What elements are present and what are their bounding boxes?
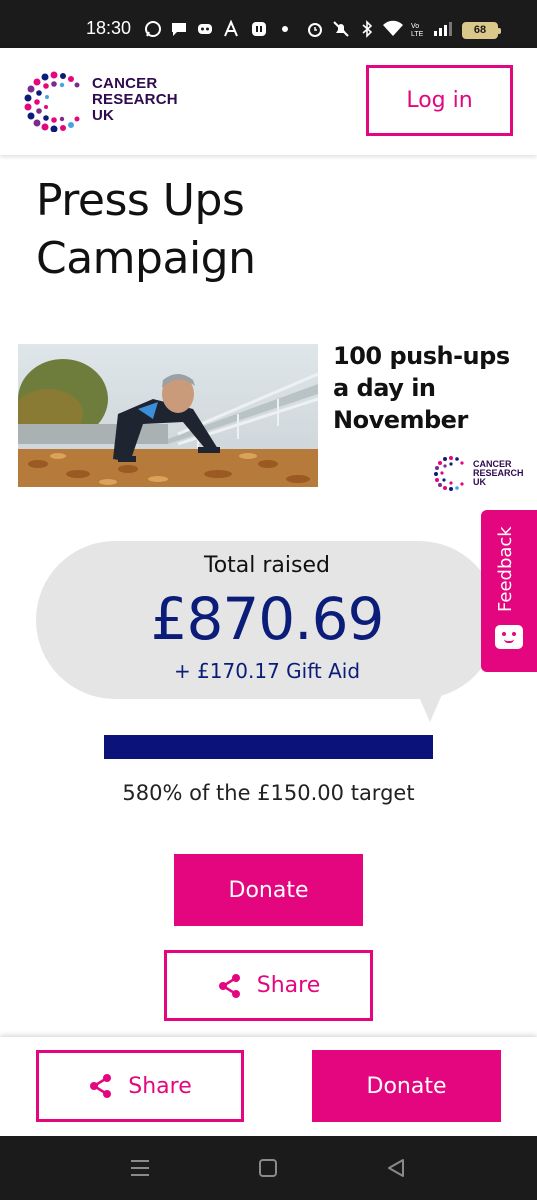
wifi-icon bbox=[383, 20, 403, 36]
target-text: 580% of the £150.00 target bbox=[122, 781, 415, 805]
feedback-tab[interactable]: Feedback bbox=[481, 510, 537, 672]
sticky-donate-button[interactable]: Donate bbox=[312, 1050, 501, 1122]
login-button[interactable]: Log in bbox=[366, 65, 513, 136]
donate-button[interactable]: Donate bbox=[174, 854, 363, 926]
share-button-label: Share bbox=[256, 973, 321, 998]
status-bar: 18:30 Vo LTE 68 bbox=[0, 0, 537, 48]
hero-logo: CANCER RESEARCH UK bbox=[433, 455, 524, 491]
home-icon[interactable] bbox=[257, 1157, 279, 1179]
smiley-icon bbox=[495, 625, 523, 649]
signal-icon bbox=[434, 22, 452, 36]
total-raised-label: Total raised bbox=[204, 553, 330, 578]
battery-icon: 68 bbox=[462, 22, 501, 39]
discord-icon bbox=[198, 24, 212, 34]
logo-text: CANCER RESEARCH UK bbox=[92, 76, 178, 124]
push-up-photo bbox=[18, 344, 318, 487]
logo-c-mark bbox=[24, 71, 80, 132]
cancer-research-uk-logo[interactable]: CANCER RESEARCH UK bbox=[24, 70, 184, 132]
small-logo-text: CANCER RESEARCH UK bbox=[473, 460, 524, 487]
alarm-icon bbox=[308, 23, 322, 37]
a-icon bbox=[224, 20, 238, 37]
logo-line-1: CANCER bbox=[92, 75, 158, 92]
logo-line-2: RESEARCH bbox=[92, 91, 178, 108]
sticky-share-button[interactable]: Share bbox=[36, 1050, 244, 1122]
site-header: CANCER RESEARCH UK Log in bbox=[0, 48, 537, 155]
progress-bar-fill bbox=[104, 735, 433, 759]
bubble-tail bbox=[416, 690, 444, 722]
total-raised-amount: £870.69 bbox=[150, 585, 385, 653]
back-icon[interactable] bbox=[385, 1157, 407, 1179]
total-raised-bubble: Total raised £870.69 + £170.17 Gift Aid bbox=[36, 541, 498, 699]
sticky-action-bar: Share Donate bbox=[0, 1037, 537, 1136]
menu-icon[interactable] bbox=[129, 1158, 151, 1178]
whatsapp-icon bbox=[145, 21, 161, 37]
gift-aid-amount: + £170.17 Gift Aid bbox=[173, 659, 361, 683]
share-icon bbox=[218, 973, 240, 998]
bluetooth-icon bbox=[362, 20, 373, 38]
share-button[interactable]: Share bbox=[164, 950, 373, 1021]
status-time: 18:30 bbox=[86, 18, 132, 38]
app-icon bbox=[252, 22, 266, 36]
logo-line-3: UK bbox=[92, 107, 115, 124]
android-nav-bar bbox=[0, 1136, 537, 1200]
mute-icon bbox=[333, 21, 349, 37]
hero-caption: 100 push-ups a day in November bbox=[333, 342, 510, 434]
volte-icon: VoLTE bbox=[411, 23, 424, 38]
sticky-share-label: Share bbox=[128, 1073, 192, 1099]
svg-text:Vo: Vo bbox=[411, 23, 419, 30]
feedback-label: Feedback bbox=[495, 526, 516, 612]
progress-bar bbox=[104, 735, 433, 759]
svg-text:LTE: LTE bbox=[411, 31, 424, 38]
chat-icon bbox=[172, 23, 186, 36]
share-icon bbox=[90, 1074, 112, 1098]
hero-image bbox=[18, 344, 318, 487]
small-logo-c-mark bbox=[434, 456, 464, 491]
dot-icon bbox=[282, 26, 288, 32]
page-title: Press Ups Campaign bbox=[36, 175, 256, 284]
small-logo-line-3: UK bbox=[473, 477, 486, 487]
